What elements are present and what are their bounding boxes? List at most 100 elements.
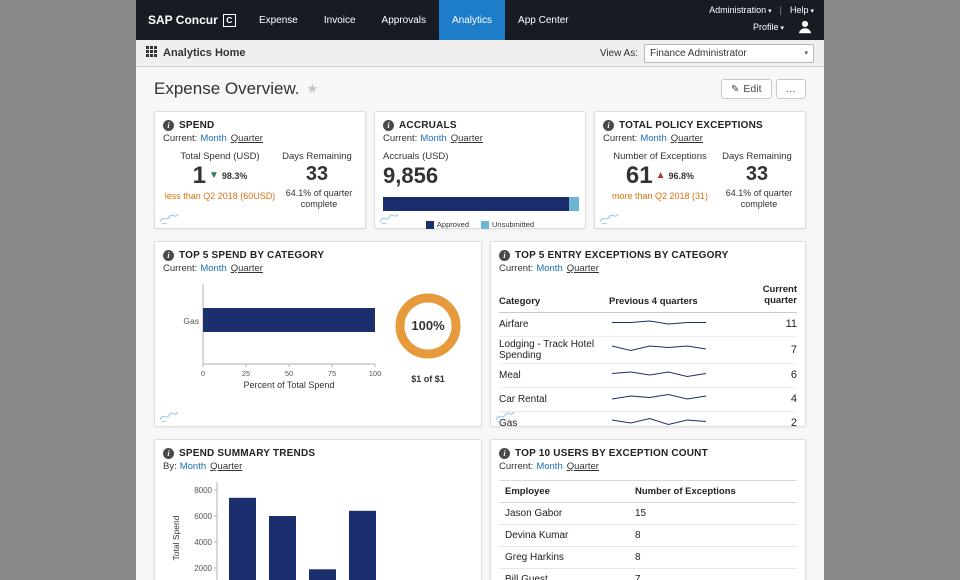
svg-text:50: 50 [285, 369, 293, 378]
table-header: Employee Number of Exceptions [499, 480, 797, 503]
chevron-down-icon: ▾ [768, 7, 772, 15]
trend-up-icon: ▲ [655, 170, 666, 182]
month-link[interactable]: Month [180, 461, 206, 472]
quarter-link[interactable]: Quarter [210, 461, 242, 472]
chart-legend: Approved Unsubmitted [383, 220, 577, 229]
card-title: TOP 5 ENTRY EXCEPTIONS BY CATEGORY [515, 250, 729, 261]
pencil-icon: ✎ [731, 83, 740, 95]
quarter-link[interactable]: Quarter [451, 133, 483, 144]
exception-count-cell: 8 [635, 530, 641, 541]
exception-count-cell: 8 [635, 552, 641, 563]
chevron-down-icon: ▾ [780, 24, 784, 32]
sparkline-chart [609, 414, 745, 433]
svg-text:Gas: Gas [183, 316, 199, 326]
comparison-note: less than Q2 2018 (60USD) [164, 191, 276, 202]
month-link[interactable]: Month [536, 263, 562, 274]
card-title: TOTAL POLICY EXCEPTIONS [619, 120, 763, 131]
users-table: Employee Number of Exceptions Jason Gabo… [499, 480, 797, 580]
svg-text:0: 0 [201, 369, 205, 378]
doodle-icon [495, 411, 515, 423]
info-icon[interactable]: i [499, 250, 510, 261]
info-icon[interactable]: i [499, 448, 510, 459]
tab-expense[interactable]: Expense [246, 0, 311, 40]
quarter-progress-note: 64.1% of quarter complete [725, 188, 793, 210]
svg-text:Percent of Total Spend: Percent of Total Spend [244, 380, 335, 390]
table-row: Gas 2 [499, 412, 797, 435]
accruals-value: 9,856 [383, 163, 439, 188]
info-icon[interactable]: i [383, 120, 394, 131]
svg-text:25: 25 [242, 369, 250, 378]
quarter-link[interactable]: Quarter [671, 133, 703, 144]
chevron-down-icon: ▾ [804, 50, 808, 57]
table-row: Devina Kumar 8 [499, 525, 797, 547]
primary-tabs: Expense Invoice Approvals Analytics App Cent… [246, 0, 582, 40]
days-remaining-value: 33 [305, 163, 329, 185]
category-cell: Airfare [499, 318, 529, 330]
days-remaining-label: Days Remaining [722, 151, 792, 162]
quarter-link[interactable]: Quarter [567, 263, 599, 274]
quarter-link[interactable]: Quarter [567, 461, 599, 472]
col-category: Category [499, 295, 541, 307]
administration-menu[interactable]: Administration ▾ [709, 5, 772, 15]
app-page: SAP Concur C Expense Invoice Approvals Anal… [136, 0, 824, 580]
month-link[interactable]: Month [200, 263, 226, 274]
tab-analytics[interactable]: Analytics [439, 0, 506, 40]
col-exception-count: Number of Exceptions [635, 486, 736, 497]
month-link[interactable]: Month [420, 133, 446, 144]
quarter-link[interactable]: Quarter [231, 133, 263, 144]
table-row: Car Rental 4 [499, 388, 797, 412]
category-cell: Car Rental [499, 393, 547, 405]
spend-by-category-bar-chart: Gas 0 25 50 75 100 Percent of Total Spend [183, 284, 382, 390]
category-cell: Gas [499, 417, 518, 429]
top5-entry-exceptions-card: i TOP 5 ENTRY EXCEPTIONS BY CATEGORY Curr… [490, 241, 806, 429]
legend-swatch [481, 220, 489, 229]
profile-row: Profile ▾ [753, 18, 814, 36]
subheader-right: View As: Finance Administrator ▾ [600, 43, 814, 63]
profile-menu[interactable]: Profile ▾ [753, 22, 784, 32]
gauge-donut-chart: 100% $1 of $1 [395, 293, 461, 384]
info-icon[interactable]: i [603, 120, 614, 131]
quarter-link[interactable]: Quarter [231, 263, 263, 274]
accruals-stacked-bar-chart [383, 197, 579, 211]
spend-gauge: 100% $1 of $1 [384, 284, 473, 393]
days-remaining-value: 33 [745, 163, 769, 185]
current-quarter-value: 11 [785, 318, 797, 331]
menu-divider: | [779, 4, 782, 15]
doodle-icon [159, 213, 179, 225]
tab-app-center[interactable]: App Center [505, 0, 582, 40]
svg-text:100: 100 [369, 369, 382, 378]
bottom-cards-row: iSPEND SUMMARY TRENDS By:MonthQuarter 02… [154, 439, 806, 580]
tab-approvals[interactable]: Approvals [369, 0, 439, 40]
sparkline-chart [609, 315, 745, 334]
info-icon[interactable]: i [163, 120, 174, 131]
table-body: Airfare 11 Lodging - Track Hotel Spending 7… [499, 313, 797, 435]
days-remaining-label: Days Remaining [282, 151, 352, 162]
sparkline-chart [609, 366, 745, 385]
month-link[interactable]: Month [536, 461, 562, 472]
month-link[interactable]: Month [200, 133, 226, 144]
view-as-select[interactable]: Finance Administrator ▾ [644, 43, 814, 63]
more-button[interactable]: … [775, 79, 806, 99]
period-selector: Current: Month Quarter [163, 133, 263, 144]
avatar-icon[interactable] [796, 18, 814, 36]
info-icon[interactable]: i [163, 448, 174, 459]
main-content: Expense Overview. ★ ✎ Edit … i SPEND Curre… [136, 67, 824, 580]
table-row: Airfare 11 [499, 313, 797, 337]
tab-invoice[interactable]: Invoice [311, 0, 369, 40]
favorite-star-icon[interactable]: ★ [307, 81, 319, 97]
trend-down-icon: ▼ [208, 170, 219, 182]
svg-text:$1 of $1: $1 of $1 [412, 374, 446, 384]
help-menu[interactable]: Help ▾ [790, 5, 814, 15]
month-link[interactable]: Month [640, 133, 666, 144]
grid-icon[interactable] [146, 46, 157, 60]
top5-spend-card: i TOP 5 SPEND BY CATEGORY Current: Month Qu… [154, 241, 482, 427]
info-icon[interactable]: i [163, 250, 174, 261]
nav-right: Administration ▾ | Help ▾ Profile ▾ [709, 0, 824, 40]
period-selector: Current: Month Quarter [383, 133, 483, 144]
browser-viewport: SAP Concur C Expense Invoice Approvals Anal… [0, 0, 960, 580]
page-actions: ✎ Edit … [721, 79, 806, 99]
utility-menu-row: Administration ▾ | Help ▾ [709, 5, 814, 15]
edit-button[interactable]: ✎ Edit [721, 79, 772, 99]
spend-value: 1 [192, 162, 206, 189]
page-title: Expense Overview. [154, 79, 300, 98]
